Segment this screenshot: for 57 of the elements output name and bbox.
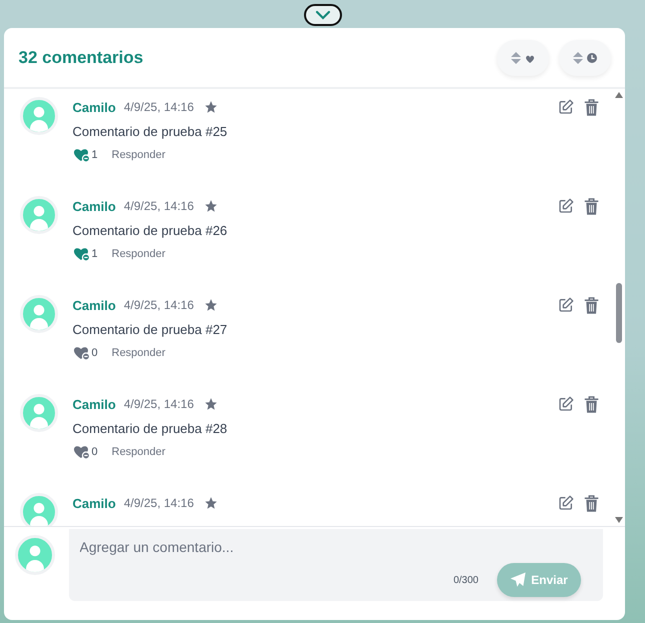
trash-icon[interactable]: [584, 98, 598, 116]
edit-icon[interactable]: [558, 495, 574, 511]
sort-heart-icon: [510, 50, 536, 66]
like-count: 1: [92, 149, 98, 161]
comment-time: 4/9/25, 14:16: [124, 298, 194, 312]
scroll-up-icon[interactable]: [614, 92, 622, 98]
heart-icon[interactable]: [72, 346, 90, 360]
star-icon[interactable]: [204, 100, 218, 114]
avatar-icon: [20, 196, 58, 234]
comment-text: Comentario de prueba #28: [72, 421, 228, 436]
comment-time: 4/9/25, 14:16: [124, 397, 194, 411]
author-name: Camilo: [72, 198, 116, 214]
heart-icon[interactable]: [72, 148, 90, 162]
comment-time: 4/9/25, 14:16: [124, 199, 194, 213]
comment-text: Comentario de prueba #25: [72, 124, 228, 139]
author-name: Camilo: [72, 496, 116, 510]
avatar-icon: [20, 394, 58, 432]
star-icon[interactable]: [204, 199, 218, 213]
author-name: Camilo: [72, 298, 116, 312]
reply-link[interactable]: Responder: [112, 446, 166, 458]
author-name: Camilo: [72, 396, 116, 412]
character-counter: 0/300: [453, 574, 478, 586]
avatar-icon: [20, 97, 58, 135]
edit-icon[interactable]: [558, 297, 574, 313]
avatar-icon: [20, 295, 58, 333]
like-count: 0: [92, 446, 98, 458]
avatar-icon: [14, 535, 54, 575]
edit-icon[interactable]: [558, 198, 574, 214]
trash-icon[interactable]: [584, 494, 598, 512]
star-icon[interactable]: [204, 397, 218, 411]
star-icon[interactable]: [204, 496, 218, 510]
paper-plane-icon: [509, 571, 528, 589]
trash-icon[interactable]: [584, 296, 598, 314]
sort-clock-icon: [572, 50, 598, 66]
scrollbar-thumb[interactable]: [616, 283, 622, 343]
edit-icon[interactable]: [558, 396, 574, 412]
like-count: 1: [92, 248, 98, 260]
scroll-down-icon[interactable]: [614, 517, 622, 523]
heart-icon[interactable]: [72, 445, 90, 459]
comment-field[interactable]: Agregar un comentario... 0/300 Enviar: [68, 529, 602, 601]
heart-icon[interactable]: [72, 247, 90, 261]
edit-icon[interactable]: [558, 99, 574, 115]
comment-count: 32 comentarios: [18, 48, 144, 68]
collapse-button[interactable]: [304, 4, 342, 26]
comment-time: 4/9/25, 14:16: [124, 496, 194, 510]
trash-icon[interactable]: [584, 396, 598, 412]
reply-link[interactable]: Responder: [112, 347, 166, 359]
chevron-down-icon: [314, 10, 330, 20]
reply-link[interactable]: Responder: [112, 248, 166, 260]
trash-icon[interactable]: [584, 198, 598, 214]
reply-link[interactable]: Responder: [112, 149, 166, 161]
comment-time: 4/9/25, 14:16: [124, 100, 194, 114]
comment-text: Comentario de prueba #27: [72, 322, 228, 337]
comment-text: Comentario de prueba #26: [72, 223, 228, 238]
star-icon[interactable]: [204, 298, 218, 312]
author-name: Camilo: [72, 100, 116, 114]
like-count: 0: [92, 347, 98, 359]
